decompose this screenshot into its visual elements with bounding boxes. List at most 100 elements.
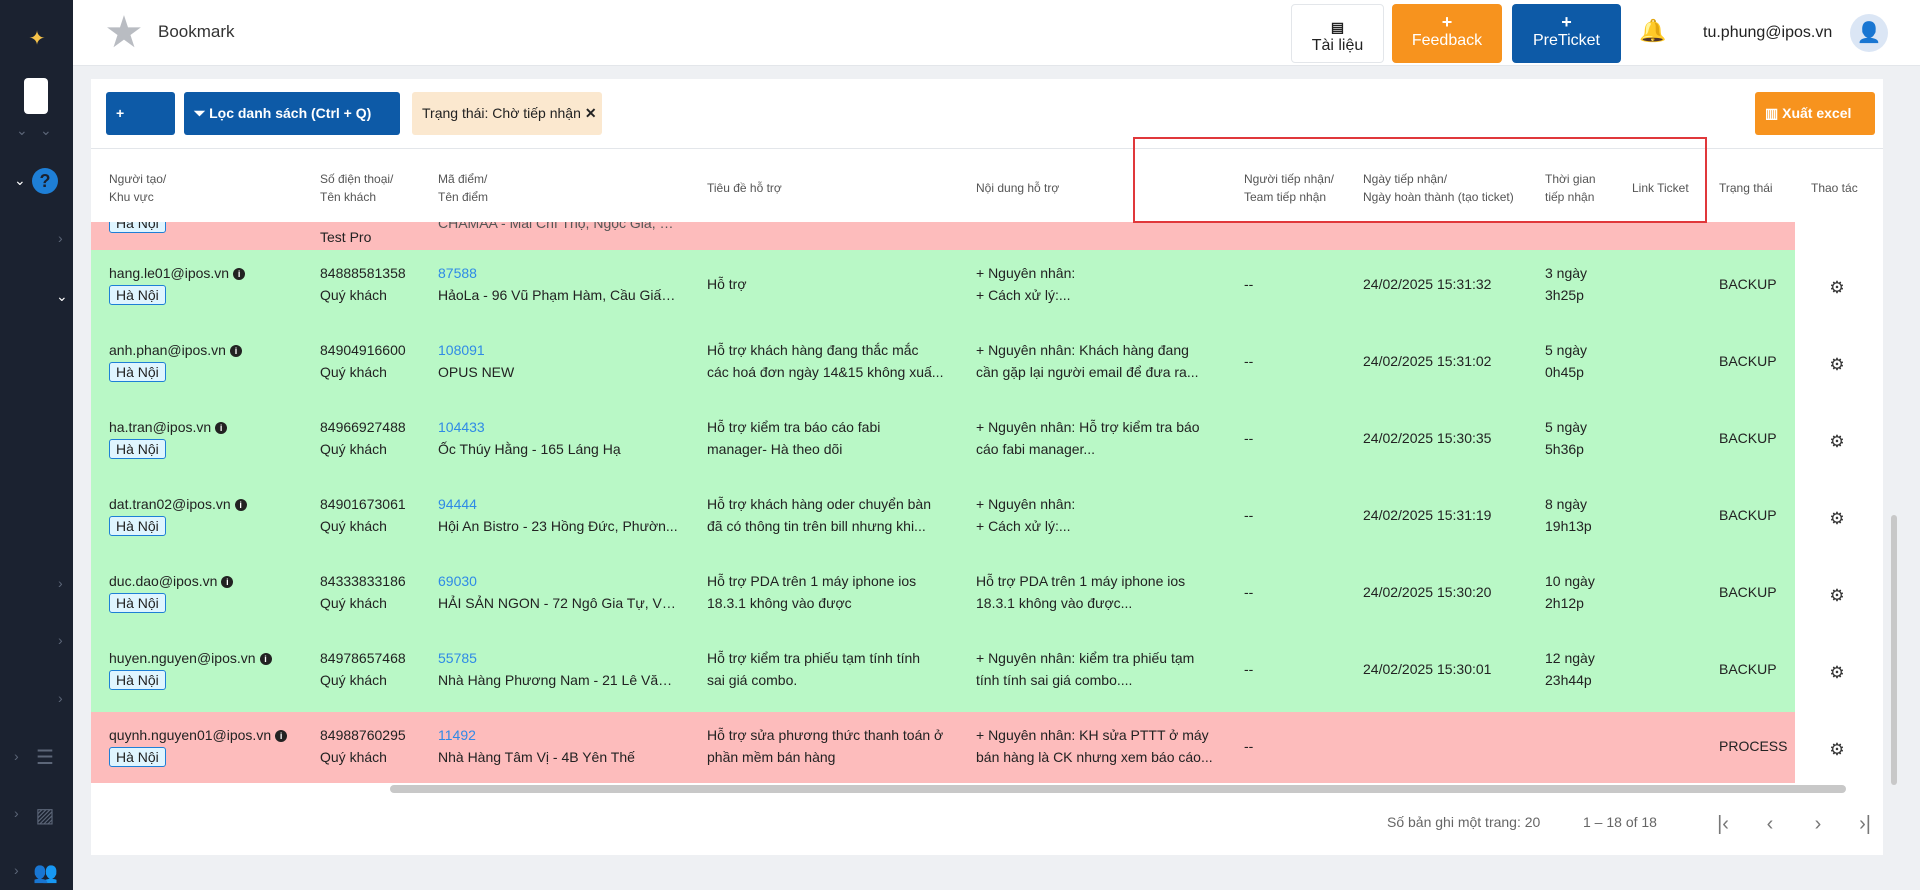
col-store[interactable]: Mã điểm/ Tên điểm bbox=[438, 170, 488, 206]
gear-icon[interactable]: ⚙ bbox=[1827, 355, 1847, 375]
chevron-right-icon[interactable]: › bbox=[58, 230, 63, 246]
duration-cell: 5 ngày 5h36p bbox=[1545, 416, 1587, 460]
list-icon[interactable]: ☰ bbox=[33, 745, 57, 769]
horizontal-scrollbar[interactable] bbox=[390, 785, 1846, 793]
table-row[interactable]: quynh.nguyen01@ipos.vn i Hà Nội 84988760295… bbox=[91, 712, 1845, 783]
page-size-label[interactable]: Số bản ghi một trang: 20 bbox=[1387, 814, 1540, 830]
table-row[interactable]: anh.phan@ipos.vn i Hà Nội 84904916600 Quý kh… bbox=[91, 327, 1845, 404]
duration-line: 23h44p bbox=[1545, 672, 1592, 688]
users-icon[interactable]: 👥 bbox=[33, 860, 58, 884]
chevron-down-icon[interactable]: ⌄ bbox=[40, 122, 52, 139]
receiver-cell: -- bbox=[1244, 584, 1254, 600]
chevron-right-icon[interactable]: › bbox=[58, 575, 63, 591]
gear-icon[interactable]: ⚙ bbox=[1827, 432, 1847, 452]
table-row[interactable]: duc.dao@ipos.vn i Hà Nội 84333833186 Quý khá… bbox=[91, 558, 1845, 635]
file-icon: ▥ bbox=[1765, 105, 1783, 121]
highlight-box bbox=[1133, 137, 1707, 223]
creator-email[interactable]: dat.tran02@ipos.vn bbox=[109, 496, 231, 512]
region-badge: Hà Nội bbox=[109, 222, 166, 233]
info-icon[interactable]: i bbox=[233, 268, 246, 280]
store-cell: 55785 Nhà Hàng Phương Nam - 21 Lê Văn ... bbox=[438, 647, 678, 691]
export-excel-button[interactable]: ▥ Xuất excel bbox=[1755, 92, 1875, 135]
store-id-link[interactable]: 55785 bbox=[438, 647, 678, 669]
info-icon[interactable]: i bbox=[221, 576, 234, 588]
gear-icon[interactable]: ⚙ bbox=[1827, 740, 1847, 760]
col-content[interactable]: Nội dung hỗ trợ bbox=[976, 179, 1059, 197]
prev-page-icon[interactable]: ‹ bbox=[1756, 810, 1784, 838]
chevron-down-icon[interactable]: ⌄ bbox=[16, 122, 28, 139]
avatar[interactable]: 👤 bbox=[1850, 14, 1888, 52]
first-page-icon[interactable]: |‹ bbox=[1709, 810, 1737, 838]
chart-icon[interactable]: ▨ bbox=[33, 803, 57, 827]
table-row[interactable]: hang.le01@ipos.vn i Hà Nội 84888581358 Quý k… bbox=[91, 250, 1845, 327]
info-icon[interactable]: i bbox=[234, 499, 247, 511]
gear-icon[interactable]: ⚙ bbox=[1827, 663, 1847, 683]
table-row[interactable]: Hà Nội Test Pro CHAMAA - Mai Chí Thọ, Ng… bbox=[91, 222, 1795, 250]
gear-icon[interactable]: ⚙ bbox=[1827, 586, 1847, 606]
content-cell: + Nguyên nhân: Khách hàng đang cần gặp lạ… bbox=[976, 339, 1221, 383]
info-icon[interactable]: i bbox=[229, 345, 242, 357]
table-row[interactable]: ha.tran@ipos.vn i Hà Nội 84966927488 Quý khá… bbox=[91, 404, 1845, 481]
store-id-link[interactable]: 69030 bbox=[438, 570, 678, 592]
chevron-down-icon[interactable]: ⌄ bbox=[56, 288, 68, 305]
info-icon[interactable]: i bbox=[259, 653, 272, 665]
status-cell: BACKUP bbox=[1719, 276, 1777, 292]
gear-icon[interactable]: ⚙ bbox=[1827, 509, 1847, 529]
col-phone[interactable]: Số điện thoại/ Tên khách bbox=[320, 170, 393, 206]
col-phone-line1: Số điện thoại/ bbox=[320, 172, 394, 186]
chevron-right-icon[interactable]: › bbox=[58, 632, 63, 648]
add-button[interactable]: + Thêm bbox=[106, 92, 175, 164]
duration-line: 5 ngày bbox=[1545, 342, 1588, 358]
filter-label: Lọc danh sách (Ctrl + Q) bbox=[209, 105, 372, 121]
chevron-down-icon[interactable]: ⌄ bbox=[14, 172, 26, 189]
phone-cell: 84904916600 Quý khách bbox=[320, 339, 430, 383]
next-page-icon[interactable]: › bbox=[1804, 810, 1832, 838]
store-id-link[interactable]: 11492 bbox=[438, 724, 678, 746]
creator-email[interactable]: huyen.nguyen@ipos.vn bbox=[109, 650, 256, 666]
filter-button[interactable]: ⏷ Lọc danh sách (Ctrl + Q) bbox=[184, 92, 400, 135]
phone-cell: 84888581358 Quý khách bbox=[320, 262, 430, 306]
preticket-button[interactable]: + PreTicket bbox=[1512, 4, 1621, 63]
receiver-cell: -- bbox=[1244, 276, 1254, 292]
chevron-right-icon[interactable]: › bbox=[14, 862, 19, 878]
region-badge: Hà Nội bbox=[109, 439, 166, 459]
store-id-link[interactable]: 94444 bbox=[438, 493, 678, 515]
help-icon[interactable]: ? bbox=[32, 168, 58, 194]
content-line: 18.3.1 không vào được... bbox=[976, 595, 1133, 611]
creator-email[interactable]: duc.dao@ipos.vn bbox=[109, 573, 217, 589]
store-id-link[interactable]: 87588 bbox=[438, 262, 678, 284]
col-subject[interactable]: Tiêu đề hỗ trợ bbox=[707, 179, 782, 197]
chevron-right-icon[interactable]: › bbox=[14, 805, 19, 821]
vertical-scrollbar[interactable] bbox=[1891, 515, 1897, 785]
sidebar-selected-item[interactable] bbox=[24, 78, 48, 114]
creator-email[interactable]: ha.tran@ipos.vn bbox=[109, 419, 211, 435]
creator-email[interactable]: anh.phan@ipos.vn bbox=[109, 342, 226, 358]
table-row[interactable]: huyen.nguyen@ipos.vn i Hà Nội 84978657468 Qu… bbox=[91, 635, 1845, 712]
subject-line: đã có thông tin trên bill nhưng khi... bbox=[707, 518, 926, 534]
creator-cell: anh.phan@ipos.vn i Hà Nội bbox=[109, 339, 314, 383]
feedback-button[interactable]: + Feedback bbox=[1392, 4, 1502, 63]
creator-email[interactable]: quynh.nguyen01@ipos.vn bbox=[109, 727, 271, 743]
preticket-label: PreTicket bbox=[1533, 32, 1600, 49]
close-icon[interactable]: ✕ bbox=[585, 105, 597, 121]
content-cell: Hỗ trợ PDA trên 1 máy iphone ios 18.3.1 k… bbox=[976, 570, 1221, 614]
info-icon[interactable]: i bbox=[215, 422, 228, 434]
bell-icon[interactable]: 🔔 bbox=[1639, 18, 1667, 46]
chevron-right-icon[interactable]: › bbox=[58, 690, 63, 706]
gear-icon[interactable]: ⚙ bbox=[1827, 278, 1847, 298]
docs-button[interactable]: ▤ Tài liệu bbox=[1291, 4, 1384, 63]
content-line: + Nguyên nhân: Khách hàng đang bbox=[976, 342, 1189, 358]
col-creator[interactable]: Người tạo/ Khu vực bbox=[109, 170, 166, 206]
chevron-right-icon[interactable]: › bbox=[14, 748, 19, 764]
store-id-link[interactable]: 104433 bbox=[438, 416, 678, 438]
store-id-link[interactable]: 108091 bbox=[438, 339, 678, 361]
status-cell: BACKUP bbox=[1719, 430, 1777, 446]
app-logo-icon[interactable]: ✦ bbox=[22, 24, 52, 54]
creator-email[interactable]: hang.le01@ipos.vn bbox=[109, 265, 229, 281]
last-page-icon[interactable]: ›| bbox=[1851, 810, 1879, 838]
info-icon[interactable]: i bbox=[275, 730, 288, 742]
table-row[interactable]: dat.tran02@ipos.vn i Hà Nội 84901673061 Quý … bbox=[91, 481, 1845, 558]
user-email[interactable]: tu.phung@ipos.vn bbox=[1703, 24, 1832, 42]
col-status[interactable]: Trạng thái bbox=[1719, 179, 1773, 197]
content-cell: + Nguyên nhân: Hỗ trợ kiểm tra báo cáo fa… bbox=[976, 416, 1221, 460]
